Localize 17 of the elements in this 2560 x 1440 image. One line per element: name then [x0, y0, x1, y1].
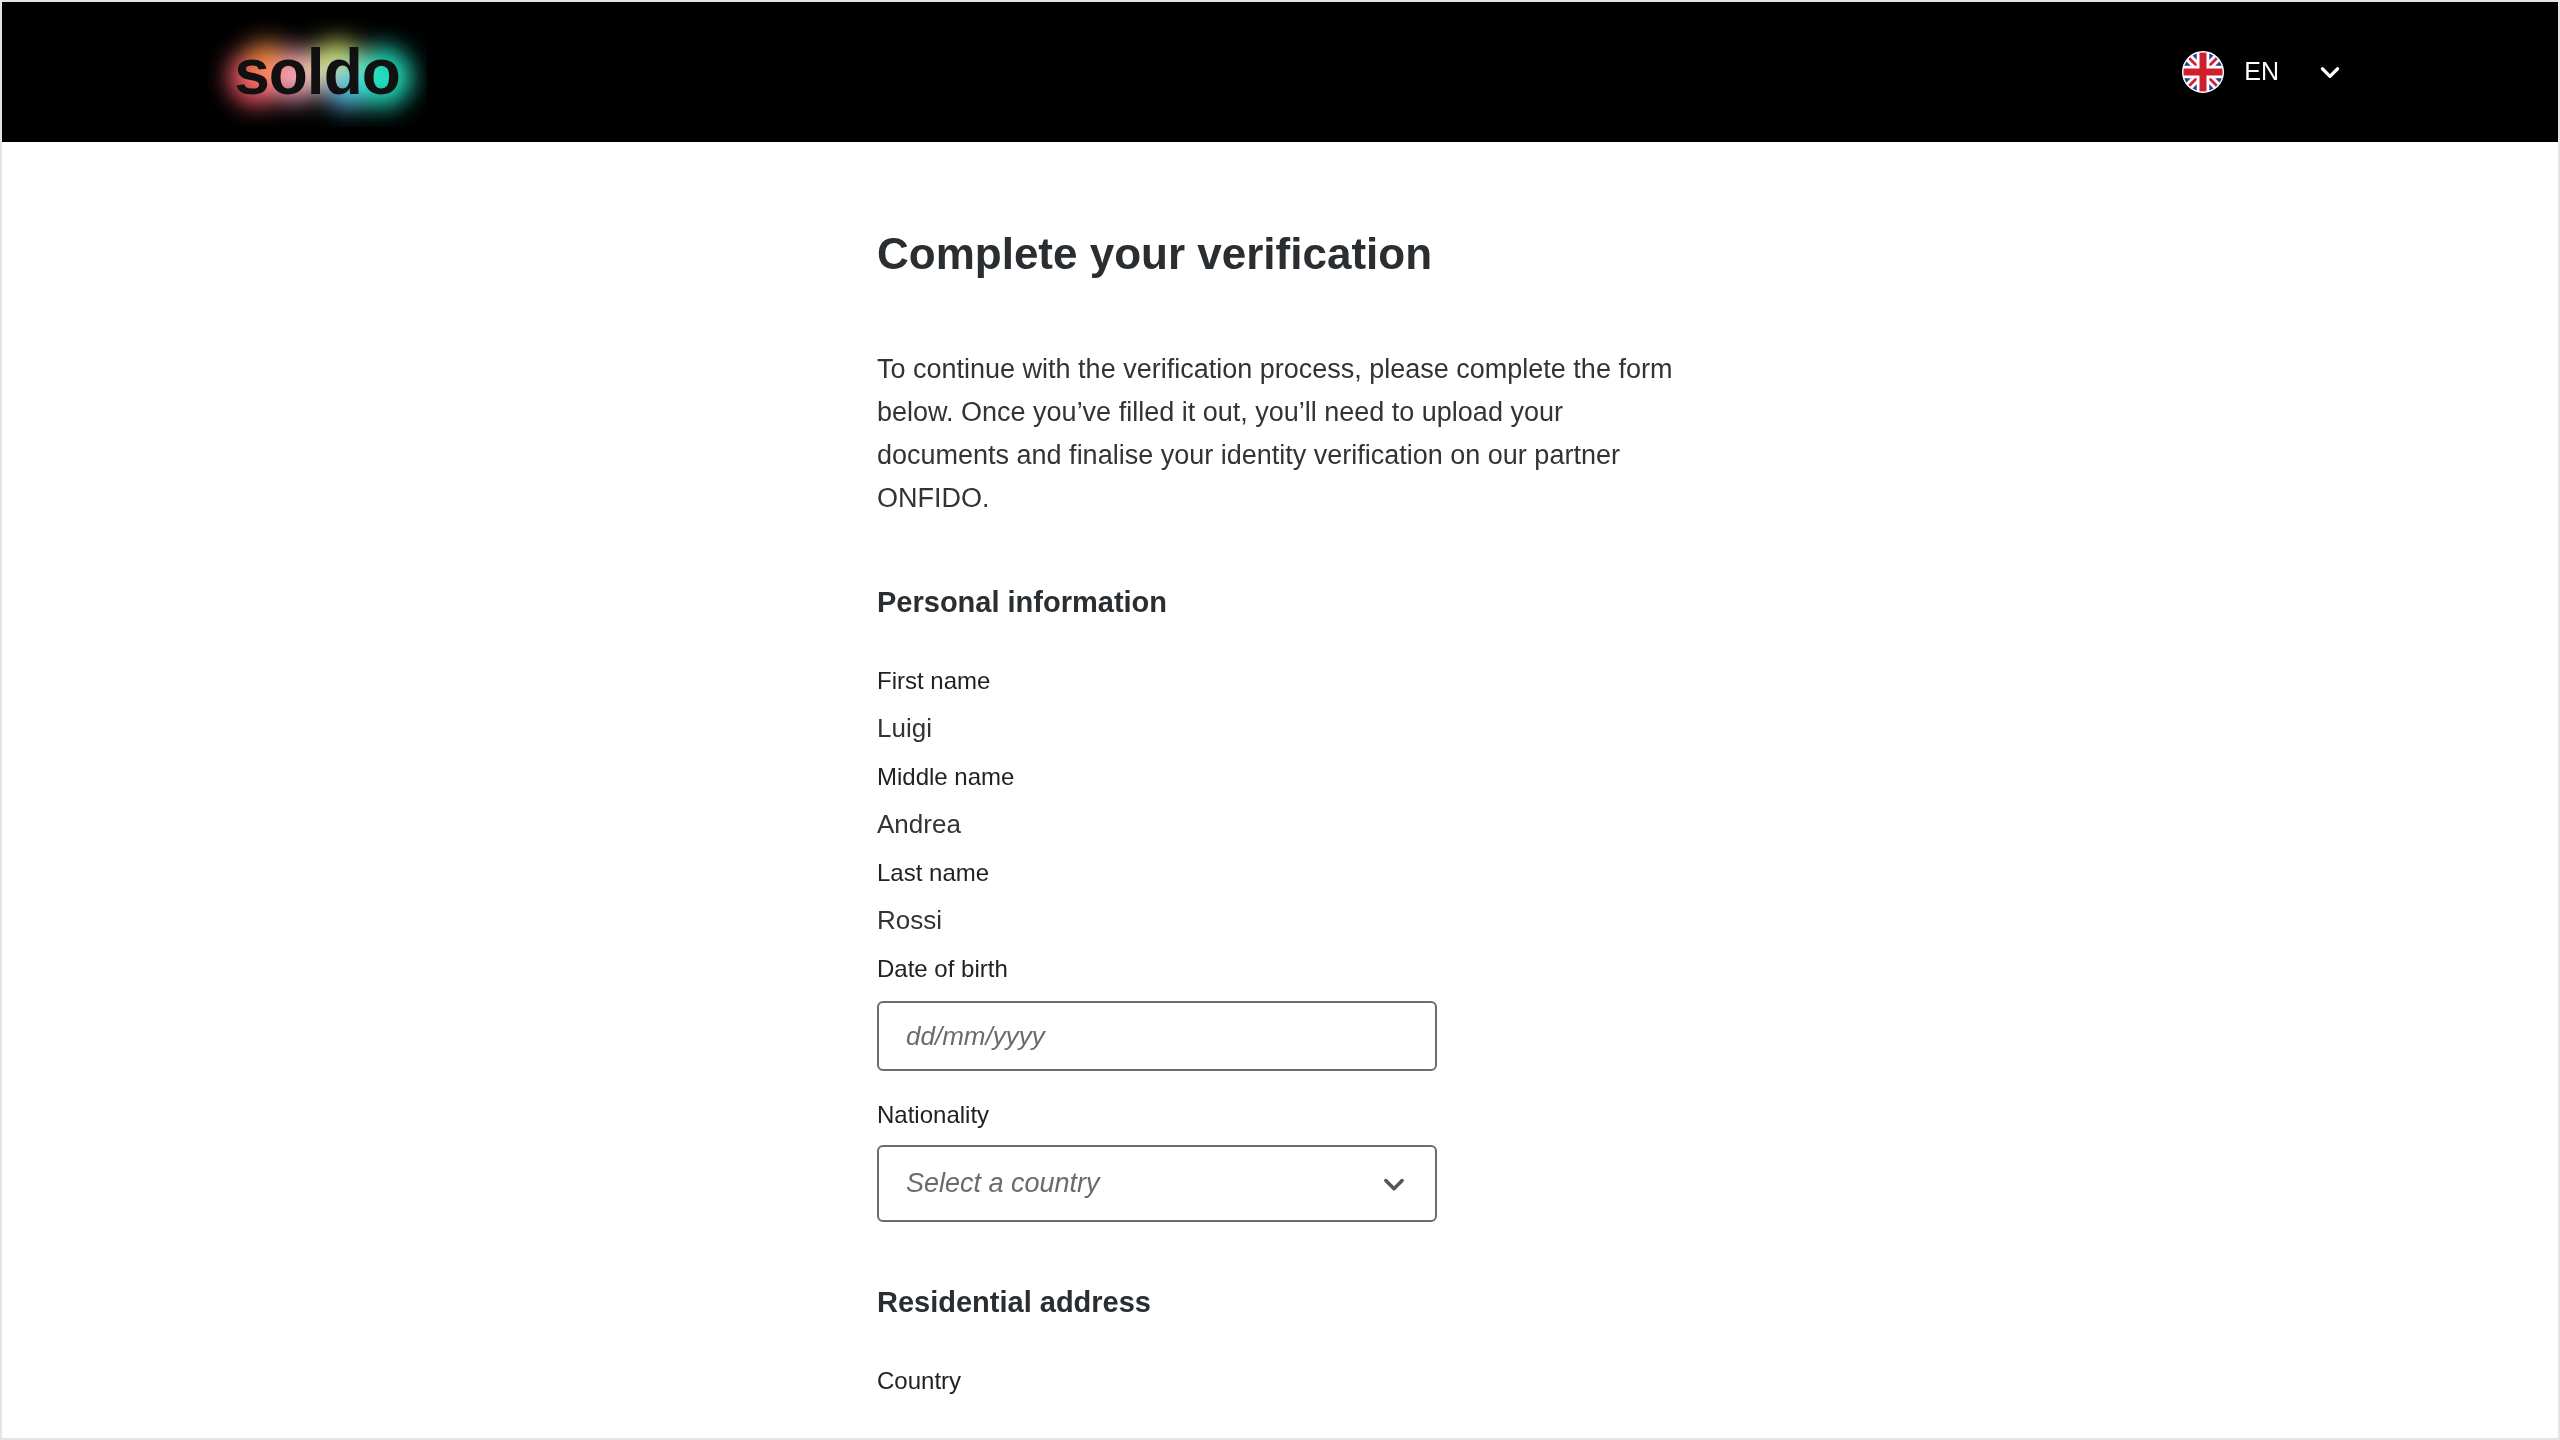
field-label: Nationality	[877, 1103, 991, 1127]
page-title: Complete your verification	[877, 232, 1433, 276]
country-select[interactable]: Select a country	[877, 1145, 1437, 1222]
language-selector[interactable]: EN	[2182, 51, 2343, 93]
field-label: Middle name	[877, 765, 1016, 789]
section-heading: Residential address	[877, 1288, 1152, 1317]
field-label: First name	[877, 669, 992, 693]
field-label: Last name	[877, 861, 991, 885]
date-field[interactable]: dd/mm/yyyy	[877, 1001, 1437, 1071]
section-heading: Personal information	[877, 588, 1169, 617]
field-label: Country	[877, 1369, 963, 1393]
field-value: Luigi	[877, 715, 933, 741]
flag-icon	[2182, 51, 2225, 93]
field-value: Andrea	[877, 811, 962, 837]
intro-paragraph: To continue with the verification process, please complete the form below. Once you’ve filled it out, you’ll need to upload your documents and finalise your identity verification on our partner ONFIDO.	[877, 353, 1674, 515]
field-label: Date of birth	[877, 957, 1009, 981]
field-value: Rossi	[877, 907, 943, 933]
